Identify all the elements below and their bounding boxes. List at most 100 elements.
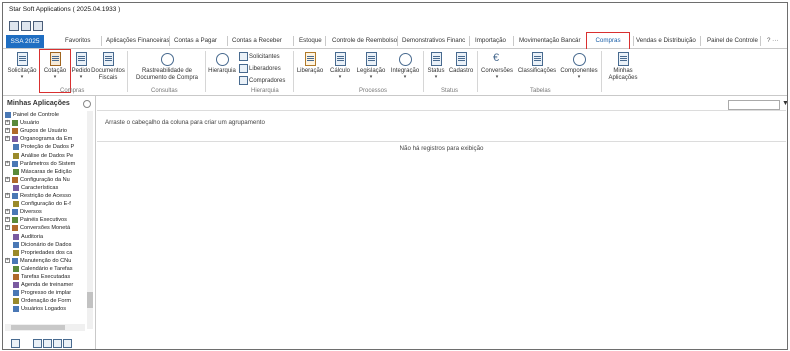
view-icon[interactable] (63, 339, 72, 348)
cadastro-label: Cadastro (448, 68, 474, 74)
view-icon[interactable] (43, 339, 52, 348)
tab-divider (227, 36, 228, 46)
users-icon (239, 52, 248, 61)
tab-controle-de-reembolso[interactable]: Controle de Reembolso (332, 37, 397, 44)
legislacao-button[interactable]: Legislação ▾ (355, 49, 387, 80)
expand-icon[interactable]: + (5, 217, 10, 223)
sidebar-item-label: Conversões Monetá (20, 225, 71, 232)
tab-divider (169, 36, 170, 46)
tab-movimentacao-bancaria[interactable]: Movimentação Bancár (519, 37, 581, 44)
windows-icon[interactable] (33, 21, 43, 31)
pedido-button[interactable]: Pedido ▾ (71, 49, 91, 80)
dropdown-arrow: ▾ (577, 74, 581, 80)
app-icon (13, 201, 19, 208)
sidebar-item-label: Usuários Logados (21, 306, 67, 313)
view-icon[interactable] (33, 339, 42, 348)
sidebar-footer-toolbar (5, 338, 93, 348)
cotacao-highlight (39, 49, 71, 93)
tab-divider (700, 36, 701, 46)
request-icon (15, 52, 29, 66)
tab-painel-de-controle[interactable]: Painel de Controle (707, 37, 758, 44)
tab-aplicacoes-financeiras[interactable]: Aplicações Financeiras (106, 37, 170, 44)
horizontal-scroll-thumb[interactable] (11, 325, 65, 330)
compradores-button[interactable]: Compradores (239, 76, 291, 86)
app-icon (13, 282, 19, 289)
help-icon[interactable]: ? ··· (767, 37, 778, 44)
classificacoes-button[interactable]: Classificações (517, 49, 557, 75)
rastreabilidade-button[interactable]: Rastreabilidade de Documento de Compra (131, 49, 203, 82)
status-button[interactable]: Status ▾ (425, 49, 447, 80)
app-icon (12, 160, 18, 167)
tab-favoritos[interactable]: Favoritos (65, 37, 90, 44)
solicitantes-button[interactable]: Solicitantes (239, 52, 291, 61)
dropdown-arrow: ▾ (369, 74, 373, 80)
sidebar-item-label: Manutenção do CNu (20, 257, 72, 264)
sidebar-item-label: Diversos (20, 209, 42, 216)
sidebar-item-label: Configuração do E-f (21, 201, 71, 208)
tab-divider (469, 36, 470, 46)
group-divider (127, 51, 128, 92)
expand-icon[interactable]: + (5, 193, 10, 198)
integracao-button[interactable]: Integração ▾ (389, 49, 421, 80)
expand-icon[interactable]: + (5, 128, 10, 134)
cadastro-button[interactable]: Cadastro (447, 49, 475, 75)
filter-icon[interactable]: ▼ (782, 100, 787, 107)
tab-compras[interactable]: Compras (586, 32, 630, 50)
sidebar-item-label: Agenda de treinamer (21, 282, 74, 289)
liberadores-button[interactable]: Liberadores (239, 64, 291, 74)
view-icon[interactable] (53, 339, 62, 348)
expand-icon[interactable]: + (5, 257, 10, 263)
apps-icon (616, 52, 630, 66)
app-icon (13, 152, 19, 159)
menu-icon[interactable] (9, 21, 19, 31)
integration-icon (398, 52, 412, 66)
tab-divider (513, 36, 514, 46)
calculo-button[interactable]: Cálculo ▾ (327, 49, 353, 80)
solicitacao-button[interactable]: Solicitação ▾ (7, 49, 37, 80)
grid-icon[interactable] (21, 21, 31, 31)
search-input[interactable] (728, 100, 780, 110)
vertical-scroll-thumb[interactable] (87, 292, 93, 308)
app-icon (12, 209, 18, 216)
tab-contas-a-receber[interactable]: Contas a Receber (232, 37, 282, 44)
sidebar-item-label: Dicionário de Dados (21, 241, 72, 248)
expand-icon[interactable]: + (5, 225, 10, 231)
app-window: Star Soft Applications ( 2025.04.1933 ) … (2, 2, 788, 350)
conversoes-button[interactable]: € Conversões ▾ (479, 49, 515, 80)
ribbon-tabs: Favoritos Aplicações Financeiras Contas … (3, 34, 787, 49)
list-icon (454, 52, 468, 66)
hierarquia-button[interactable]: Hierarquia (207, 49, 237, 75)
componentes-button[interactable]: Componentes ▾ (559, 49, 599, 80)
expand-icon[interactable]: + (5, 136, 10, 142)
expand-icon[interactable]: + (5, 209, 10, 215)
app-icon (13, 168, 19, 175)
sidebar-item-label: Máscaras de Edição (21, 168, 72, 175)
tab-divider (325, 36, 326, 46)
sidebar-item-label: Progresso de implar (21, 290, 72, 297)
hierarquia-label: Hierarquia (208, 68, 236, 74)
home-icon[interactable] (11, 339, 20, 348)
puzzle-icon (572, 52, 586, 66)
empty-grid-message: Não há registros para exibição (399, 145, 484, 152)
approver-icon (239, 64, 248, 74)
collapse-icon[interactable] (83, 100, 91, 108)
expand-icon[interactable]: + (5, 176, 10, 182)
app-icon (12, 128, 18, 135)
app-tree: Painel de Controle + Usuário + Grupos de Usu… (5, 111, 87, 321)
expand-icon[interactable]: + (5, 120, 10, 126)
documentos-fiscais-label: Documentos Fiscais (91, 68, 125, 81)
tab-ssa-2025[interactable]: SSA 2025 (6, 35, 44, 48)
app-icon (12, 136, 18, 143)
tab-contas-a-pagar[interactable]: Contas a Pagar (174, 37, 217, 44)
documentos-fiscais-button[interactable]: Documentos Fiscais (91, 49, 125, 82)
app-icon (12, 217, 18, 224)
expand-icon[interactable]: + (5, 160, 10, 166)
sidebar-item-label: Painéis Executivos (20, 217, 67, 224)
minhas-aplicacoes-button[interactable]: Minhas Aplicações (605, 49, 641, 82)
group-panel[interactable]: Arraste o cabeçalho da coluna para criar… (97, 110, 786, 142)
tab-estoque[interactable]: Estoque (299, 37, 322, 44)
tab-vendas-e-distribuicao[interactable]: Vendas e Distribuição (636, 37, 696, 44)
tab-importacao[interactable]: Importação (475, 37, 506, 44)
tab-demonstrativos[interactable]: Demonstrativos Financ (402, 37, 465, 44)
liberacao-button[interactable]: Liberação (295, 49, 325, 75)
